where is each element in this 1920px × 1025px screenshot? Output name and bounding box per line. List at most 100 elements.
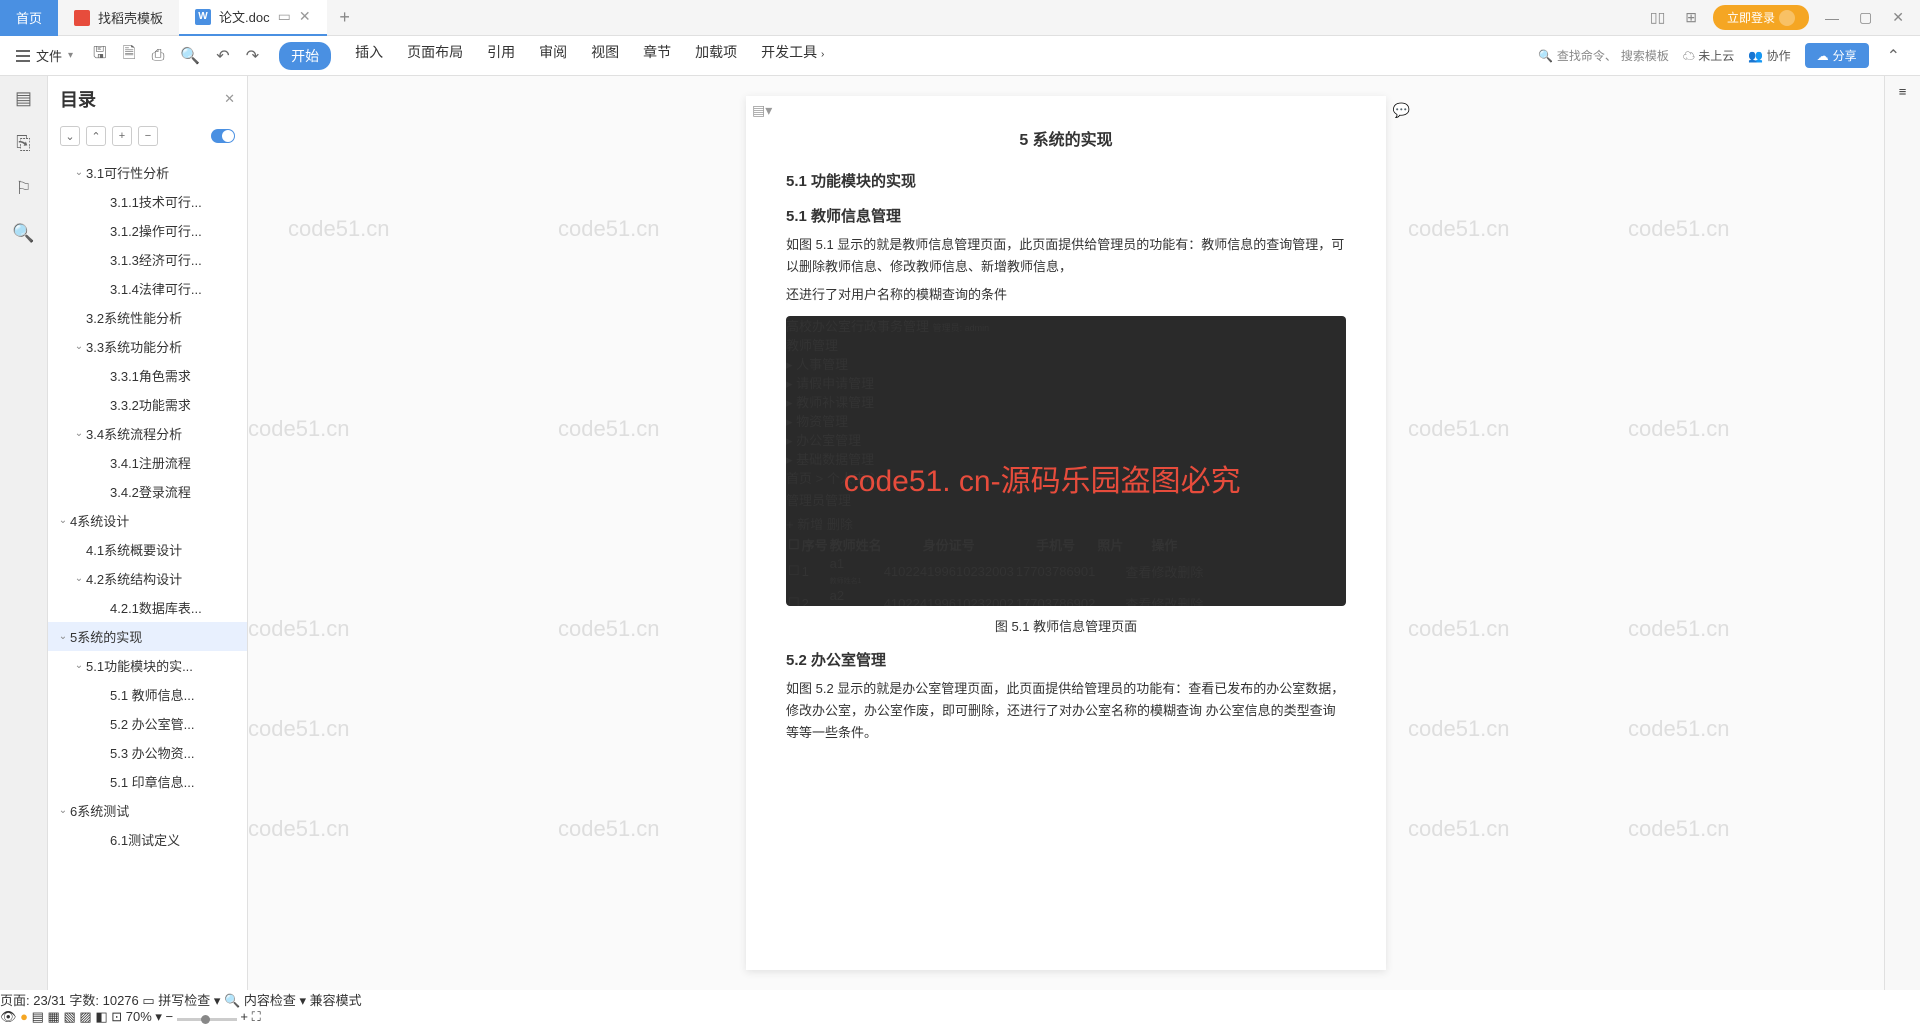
expand-icon[interactable]: ≡ [1899, 84, 1907, 99]
document-viewport[interactable]: code51.cncode51.cncode51.cncode51.cncode… [248, 76, 1884, 990]
figure-side-item: ▸ 人事管理 [786, 354, 1346, 373]
outline-item[interactable]: 3.1.4法律可行... [48, 274, 247, 303]
ribbon-tab-start[interactable]: 开始 [279, 42, 331, 70]
fullscreen-icon[interactable]: ⛶ [252, 1009, 261, 1024]
ribbon-tab-devtools[interactable]: 开发工具 › [761, 42, 824, 70]
ribbon-tab-addons[interactable]: 加载项 [695, 42, 737, 70]
outline-item[interactable]: 3.4.2登录流程 [48, 477, 247, 506]
outline-close-icon[interactable]: ✕ [224, 91, 235, 107]
ribbon-tab-view[interactable]: 视图 [591, 42, 619, 70]
outline-item[interactable]: ⌄6系统测试 [48, 796, 247, 825]
collapse-ribbon-icon[interactable]: ⌃ [1883, 46, 1904, 66]
ribbon-tab-review[interactable]: 审阅 [539, 42, 567, 70]
figure-side-item: ▸ 教师补课管理 [786, 392, 1346, 411]
outline-item[interactable]: 5.3 办公物资... [48, 738, 247, 767]
outline-item[interactable]: 3.2系统性能分析 [48, 303, 247, 332]
view-read-icon[interactable]: ▨ [79, 1009, 91, 1024]
redo-icon[interactable]: ↷ [242, 46, 263, 66]
login-button[interactable]: 立即登录 [1713, 5, 1809, 30]
outline-item-label: 5.1 印章信息... [110, 772, 195, 791]
cooperate-button[interactable]: 👥 协作 [1748, 47, 1790, 64]
outline-item[interactable]: 5.1 教师信息... [48, 680, 247, 709]
view-outline-icon[interactable]: ▦ [48, 1009, 60, 1024]
content-check[interactable]: 🔍 内容检查 ▾ [224, 993, 306, 1008]
ribbon-tab-insert[interactable]: 插入 [355, 42, 383, 70]
outline-item[interactable]: 4.2.1数据库表... [48, 593, 247, 622]
outline-item-label: 6.1测试定义 [110, 830, 180, 849]
outline-item[interactable]: ⌄4系统设计 [48, 506, 247, 535]
outline-item[interactable]: 5.1 印章信息... [48, 767, 247, 796]
figure-table: ☐序号教师姓名身份证号手机号照片操作 ☐1a1教师姓名1410224199610… [786, 533, 1205, 606]
tab-document[interactable]: W 论文.doc ▭ ✕ [179, 0, 327, 36]
compat-mode[interactable]: 兼容模式 [310, 993, 362, 1008]
view-web-icon[interactable]: ▧ [63, 1009, 75, 1024]
outline-item[interactable]: 3.4.1注册流程 [48, 448, 247, 477]
print-preview-icon[interactable]: 🔍 [176, 46, 204, 66]
outline-item[interactable]: ⌄3.3系统功能分析 [48, 332, 247, 361]
bookmark-icon[interactable]: ⚐ [15, 178, 31, 199]
watermark-text: code51.cn [1408, 416, 1510, 442]
maximize-button[interactable]: ▢ [1855, 9, 1876, 26]
expand-all-button[interactable]: ⌃ [86, 126, 106, 146]
cloud-status[interactable]: ☁ 未上云 [1683, 47, 1734, 64]
tab-home[interactable]: 首页 [0, 0, 58, 36]
outline-item[interactable]: 3.1.2操作可行... [48, 216, 247, 245]
zoom-in-button[interactable]: + [240, 1009, 248, 1024]
outline-item-label: 3.3.2功能需求 [110, 395, 191, 414]
outline-item-label: 3.1.3经济可行... [110, 250, 202, 269]
close-button[interactable]: ✕ [1888, 9, 1908, 26]
ribbon-tab-references[interactable]: 引用 [487, 42, 515, 70]
ribbon-tab-section[interactable]: 章节 [643, 42, 671, 70]
zoom-out-button[interactable]: − [166, 1009, 174, 1024]
undo-icon[interactable]: ↶ [212, 46, 233, 66]
file-menu[interactable]: 文件 ▾ [16, 46, 81, 65]
comment-icon[interactable]: 💬 [1393, 102, 1410, 119]
page-count[interactable]: 页面: 23/31 [0, 993, 66, 1008]
search-commands[interactable]: 🔍 查找命令、 搜索模板 [1538, 47, 1669, 64]
word-count[interactable]: 字数: 10276 [69, 993, 138, 1008]
grid-icon[interactable]: ▯▯ [1646, 9, 1669, 26]
add-level-button[interactable]: + [112, 126, 132, 146]
tools-icon[interactable]: ◧ [95, 1009, 107, 1024]
eye-icon[interactable]: 👁 [0, 1009, 17, 1024]
figure-side-item: ▸ 物资管理 [786, 411, 1346, 430]
save-icon[interactable]: 🖫 [89, 42, 111, 69]
apps-icon[interactable]: ⊞ [1681, 9, 1701, 26]
spell-check[interactable]: ▭ 拼写检查 ▾ [142, 993, 220, 1008]
page-menu-icon[interactable]: ▤▾ [752, 102, 772, 119]
outline-item[interactable]: 3.1.1技术可行... [48, 187, 247, 216]
outline-item[interactable]: 3.3.2功能需求 [48, 390, 247, 419]
add-tab-button[interactable]: + [327, 7, 363, 28]
split-icon[interactable]: ▭ [278, 8, 291, 25]
nav-icon[interactable]: ⎘ [16, 133, 30, 154]
outline-toggle[interactable] [211, 129, 235, 143]
outline-icon[interactable]: ▤ [15, 88, 32, 109]
watermark-text: code51.cn [248, 816, 350, 842]
outline-item[interactable]: 5.2 办公室管... [48, 709, 247, 738]
outline-item[interactable]: ⌄4.2系统结构设计 [48, 564, 247, 593]
watermark-text: code51.cn [1628, 216, 1730, 242]
outline-item[interactable]: 4.1系统概要设计 [48, 535, 247, 564]
outline-item[interactable]: ⌄3.1可行性分析 [48, 158, 247, 187]
ribbon-tab-layout[interactable]: 页面布局 [407, 42, 463, 70]
search-tpl-label: 搜索模板 [1621, 47, 1669, 64]
outline-item[interactable]: ⌄3.4系统流程分析 [48, 419, 247, 448]
share-button[interactable]: ☁ 分享 [1805, 43, 1869, 68]
outline-item[interactable]: 3.1.3经济可行... [48, 245, 247, 274]
circle-icon[interactable]: ● [20, 1009, 28, 1024]
outline-item[interactable]: ⌄5.1功能模块的实... [48, 651, 247, 680]
collapse-all-button[interactable]: ⌄ [60, 126, 80, 146]
outline-item[interactable]: ⌄5系统的实现 [48, 622, 247, 651]
tab-template[interactable]: 找稻壳模板 [58, 0, 179, 36]
view-page-icon[interactable]: ▤ [32, 1009, 44, 1024]
print-icon[interactable]: ⎙ [148, 47, 169, 65]
close-icon[interactable]: ✕ [299, 8, 311, 25]
zoom-icon[interactable]: ⊡ 70% ▾ [111, 1009, 162, 1024]
minimize-button[interactable]: — [1821, 10, 1843, 26]
search-icon[interactable]: 🔍 [12, 223, 34, 244]
figure-table-row: ☐2a2教师姓名241022419961023200217703786902查看… [788, 588, 1203, 606]
outline-item[interactable]: 6.1测试定义 [48, 825, 247, 854]
outline-item[interactable]: 3.3.1角色需求 [48, 361, 247, 390]
save-as-icon[interactable]: 🗎 [119, 42, 140, 69]
remove-level-button[interactable]: − [138, 126, 158, 146]
